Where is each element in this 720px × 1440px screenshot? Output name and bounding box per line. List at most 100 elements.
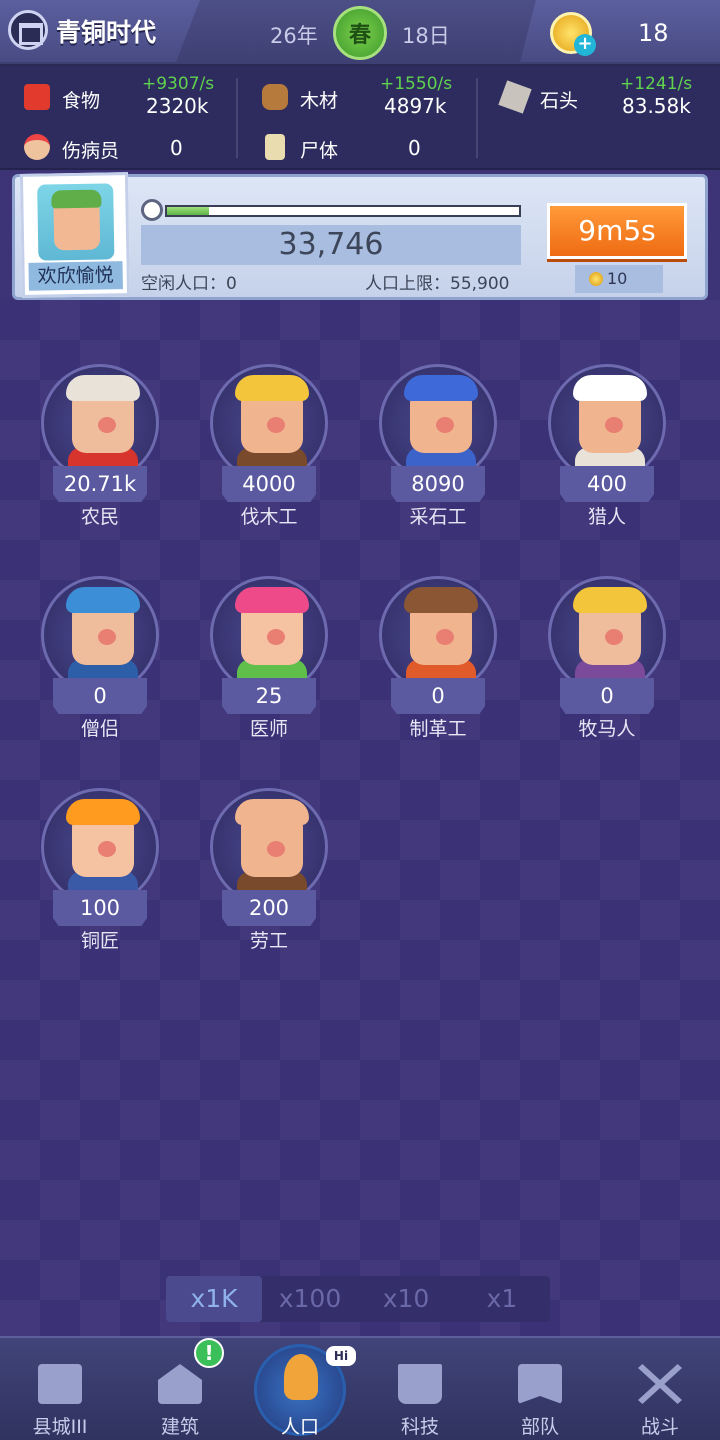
resource-rate: +1550/s (380, 74, 453, 94)
worker-portrait (379, 576, 497, 694)
worker-hair (573, 375, 647, 401)
resource-label: 尸体 (300, 140, 339, 162)
nav-troops[interactable]: 部队 (480, 1338, 600, 1440)
top-bar: 青铜时代 26年 春 18日 + 18 (0, 0, 720, 66)
resource-label: 食物 (62, 90, 101, 112)
speed-up-cost: 10 (575, 265, 663, 293)
date-year: 26年 (270, 24, 318, 48)
worker-card[interactable]: 0 僧侣 (25, 542, 175, 742)
mood-label: 欢欣愉悦 (28, 261, 123, 291)
multiplier-x100[interactable]: x100 (262, 1276, 358, 1322)
nav-battle[interactable]: 战斗 (600, 1338, 720, 1440)
worker-portrait (548, 364, 666, 482)
worker-card[interactable]: 400 猎人 (532, 330, 682, 530)
population-count: 33,746 (141, 225, 521, 265)
castle-icon (38, 1364, 82, 1404)
worker-portrait (41, 364, 159, 482)
multiplier-x10[interactable]: x10 (358, 1276, 454, 1322)
worker-card[interactable]: 25 医师 (194, 542, 344, 742)
worker-count: 8090 (391, 466, 485, 502)
resource-rate: +9307/s (142, 74, 215, 94)
coin-icon (589, 272, 603, 286)
resource-food[interactable]: 食物 +9307/s 2320k (24, 74, 224, 118)
worker-name: 牧马人 (578, 718, 636, 740)
worker-hair (66, 587, 140, 613)
worker-portrait (210, 788, 328, 906)
worker-nose (605, 417, 623, 433)
corpse-icon (265, 134, 285, 160)
resource-value: 2320k (146, 94, 209, 118)
worker-nose (436, 629, 454, 645)
era-title: 青铜时代 (56, 18, 157, 47)
worker-hair (66, 799, 140, 825)
worker-hair (235, 587, 309, 613)
nav-label: 人口 (280, 1416, 319, 1438)
worker-hair (573, 587, 647, 613)
nav-label: 部队 (520, 1416, 559, 1438)
worker-portrait (41, 576, 159, 694)
worker-hair (66, 375, 140, 401)
resource-label: 伤病员 (62, 140, 120, 162)
worker-nose (267, 841, 285, 857)
resource-wood[interactable]: 木材 +1550/s 4897k (262, 74, 462, 118)
speed-up-button[interactable]: 9m5s (547, 203, 687, 259)
multiplier-x1[interactable]: x1 (454, 1276, 550, 1322)
stopwatch-icon (141, 199, 163, 221)
worker-nose (436, 417, 454, 433)
food-icon (24, 84, 50, 110)
resource-value: 4897k (384, 94, 447, 118)
add-currency-button[interactable]: + (574, 34, 596, 56)
worker-count: 0 (53, 678, 147, 714)
divider (236, 78, 238, 158)
notification-badge: ! (194, 1338, 224, 1368)
nav-label: 县城III (32, 1416, 88, 1438)
resource-corpse[interactable]: 尸体 0 (262, 128, 462, 168)
idle-population: 空闲人口：0 (141, 274, 237, 294)
worker-nose (98, 629, 116, 645)
worker-hair (404, 587, 478, 613)
worker-name: 采石工 (409, 506, 467, 528)
cost-value: 10 (607, 269, 628, 288)
worker-card[interactable]: 0 牧马人 (532, 542, 682, 742)
divider (476, 78, 478, 158)
nav-tech[interactable]: 科技 (360, 1338, 480, 1440)
population-avatar[interactable]: 欢欣愉悦 (19, 172, 131, 298)
season-badge: 春 (333, 6, 387, 60)
resource-wounded[interactable]: 伤病员 0 (24, 128, 224, 168)
resource-label: 石头 (540, 90, 579, 112)
resource-panel: 食物 +9307/s 2320k 木材 +1550/s 4897k 石头 +12… (0, 66, 720, 170)
population-card: 欢欣愉悦 33,746 空闲人口：0 人口上限：55,900 9m5s 10 (12, 172, 708, 300)
worker-card[interactable]: 100 铜匠 (25, 754, 175, 954)
worker-name: 猎人 (587, 506, 626, 528)
nav-label: 战斗 (640, 1416, 679, 1438)
worker-portrait (379, 364, 497, 482)
worker-card[interactable]: 0 制革工 (363, 542, 513, 742)
worker-count: 20.71k (53, 466, 147, 502)
worker-count: 25 (222, 678, 316, 714)
worker-card[interactable]: 4000 伐木工 (194, 330, 344, 530)
worker-card[interactable]: 8090 采石工 (363, 330, 513, 530)
worker-count: 200 (222, 890, 316, 926)
resource-value: 0 (408, 136, 421, 160)
worker-count: 0 (391, 678, 485, 714)
worker-name: 铜匠 (80, 930, 119, 952)
worker-portrait (548, 576, 666, 694)
multiplier-x1k[interactable]: x1K (166, 1276, 262, 1322)
worker-name: 医师 (249, 718, 288, 740)
nav-label: 科技 (400, 1416, 439, 1438)
worker-card[interactable]: 20.71k 农民 (25, 330, 175, 530)
resource-stone[interactable]: 石头 +1241/s 83.58k (498, 74, 702, 118)
worker-name: 劳工 (249, 930, 288, 952)
era-panel[interactable]: 青铜时代 (0, 0, 200, 62)
worker-hair (404, 375, 478, 401)
worker-nose (267, 417, 285, 433)
citizen-face-icon (37, 183, 115, 261)
currency-count: 18 (638, 19, 669, 47)
greeting-badge: Hi (326, 1346, 356, 1366)
nav-county[interactable]: 县城III (0, 1338, 120, 1440)
worker-name: 僧侣 (80, 718, 119, 740)
worker-card[interactable]: 200 劳工 (194, 754, 344, 954)
stone-icon (498, 80, 532, 114)
worker-name: 制革工 (409, 718, 467, 740)
wood-icon (262, 84, 288, 110)
